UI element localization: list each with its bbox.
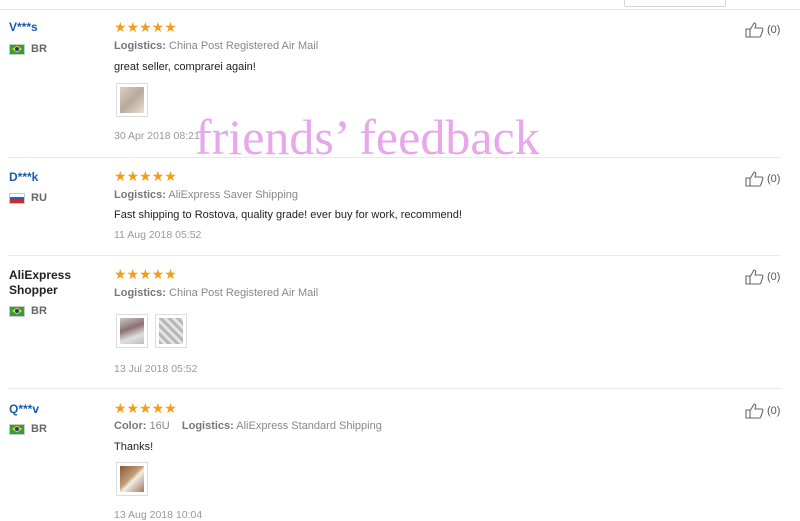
review-country: BR <box>9 43 47 55</box>
brazil-flag-icon <box>9 305 25 317</box>
helpful-count: (0) <box>767 405 781 417</box>
country-code: RU <box>31 192 47 204</box>
thumbs-up-icon <box>745 269 765 285</box>
review-text: Fast shipping to Rostova, quality grade!… <box>114 209 462 221</box>
star-rating: ★★★★★ <box>114 19 177 35</box>
review-photo[interactable] <box>116 462 148 496</box>
helpful-button[interactable]: (0) <box>745 171 780 187</box>
review-logistics: Logistics: China Post Registered Air Mai… <box>114 287 318 299</box>
review-username[interactable]: AliExpress Shopper <box>9 268 99 298</box>
country-code: BR <box>31 305 47 317</box>
logistics-value: China Post Registered Air Mail <box>169 287 319 299</box>
review-date: 13 Jul 2018 05:52 <box>114 363 198 375</box>
color-label: Color: <box>114 420 147 432</box>
review-date: 11 Aug 2018 05:52 <box>114 229 202 241</box>
review-photo[interactable] <box>155 314 187 348</box>
thumbs-up-icon <box>745 171 765 187</box>
review-photo[interactable] <box>116 314 148 348</box>
review-divider <box>8 388 780 389</box>
review-username[interactable]: D***k <box>9 170 38 184</box>
helpful-count: (0) <box>767 271 781 283</box>
logistics-value: China Post Registered Air Mail <box>169 40 319 52</box>
review-date: 13 Aug 2018 10:04 <box>114 509 203 521</box>
review-attributes: Color: 16U Logistics: AliExpress Standar… <box>114 420 382 432</box>
logistics-label: Logistics: <box>114 287 166 299</box>
brazil-flag-icon <box>9 423 25 435</box>
review-photo[interactable] <box>116 83 148 117</box>
country-code: BR <box>31 43 47 55</box>
review-text: Thanks! <box>114 441 154 453</box>
review-logistics: Logistics: China Post Registered Air Mai… <box>114 40 318 52</box>
review-username[interactable]: Q***v <box>9 402 39 416</box>
thumbs-up-icon <box>745 403 765 419</box>
star-rating: ★★★★★ <box>114 266 177 282</box>
russia-flag-icon <box>9 192 25 204</box>
logistics-value: AliExpress Saver Shipping <box>168 189 299 201</box>
review-country: RU <box>9 192 47 204</box>
review-username[interactable]: V***s <box>9 20 38 34</box>
helpful-button[interactable]: (0) <box>745 403 780 419</box>
helpful-button[interactable]: (0) <box>745 22 780 38</box>
star-rating: ★★★★★ <box>114 168 177 184</box>
logistics-label: Logistics: <box>114 40 166 52</box>
helpful-count: (0) <box>767 24 781 36</box>
helpful-button[interactable]: (0) <box>745 269 780 285</box>
country-code: BR <box>31 423 47 435</box>
helpful-count: (0) <box>767 173 781 185</box>
review-logistics: Logistics: AliExpress Saver Shipping <box>114 189 298 201</box>
logistics-label: Logistics: <box>114 189 166 201</box>
brazil-flag-icon <box>9 43 25 55</box>
star-rating: ★★★★★ <box>114 400 177 416</box>
top-bar <box>0 0 800 10</box>
review-text: great seller, comprarei again! <box>114 61 256 73</box>
color-value: 16U <box>149 420 170 432</box>
review-divider <box>8 157 780 158</box>
review-country: BR <box>9 305 47 317</box>
review-country: BR <box>9 423 47 435</box>
review-date: 30 Apr 2018 08:21 <box>114 130 200 142</box>
review-divider <box>8 255 780 256</box>
thumbs-up-icon <box>745 22 765 38</box>
sort-select[interactable] <box>624 0 726 7</box>
logistics-value: AliExpress Standard Shipping <box>236 420 382 432</box>
logistics-label: Logistics: <box>181 420 234 432</box>
